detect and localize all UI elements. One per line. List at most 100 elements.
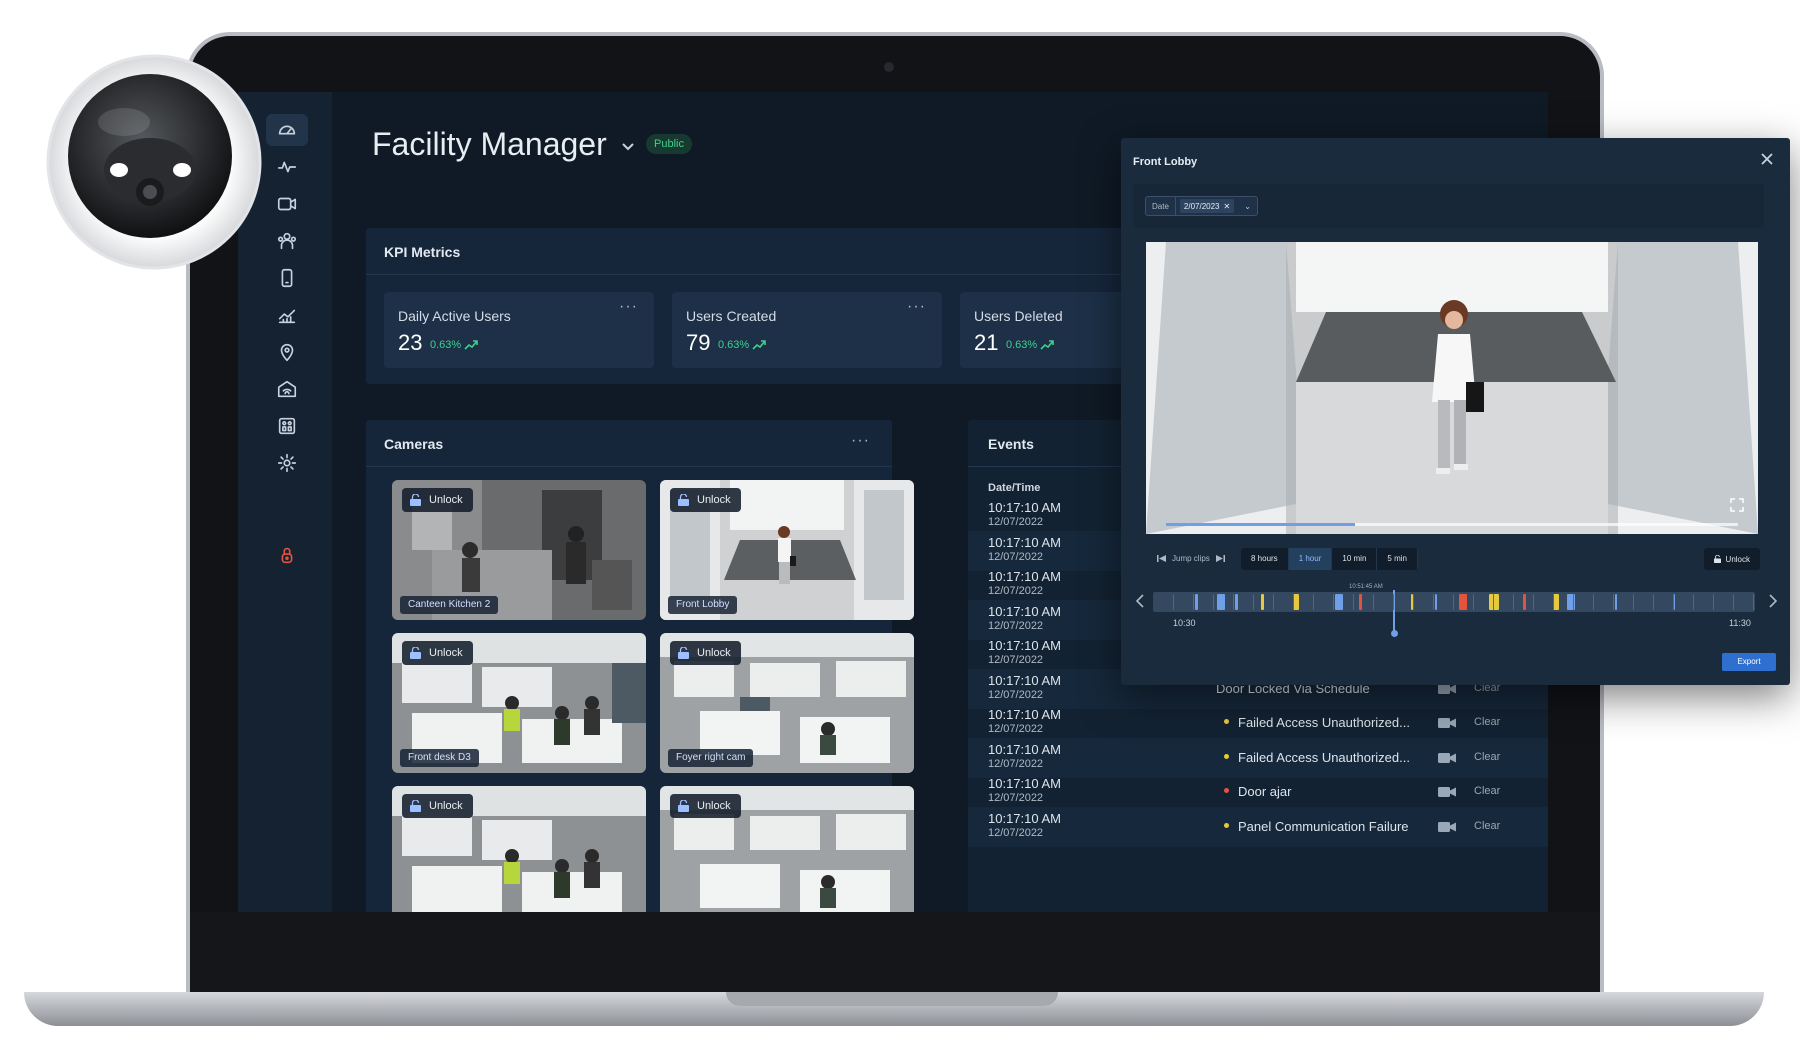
camera-tile-canteen-kitchen[interactable]: Unlock Canteen Kitchen 2 (392, 480, 646, 620)
chevron-down-icon[interactable]: ⌄ (1238, 202, 1257, 211)
event-clear-button[interactable]: Clear (1474, 820, 1500, 832)
camera-unlock-button[interactable]: Unlock (670, 488, 741, 512)
timeline-tick (1513, 594, 1514, 610)
timeline-event-marker[interactable] (1615, 594, 1617, 610)
viewer-unlock-label: Unlock (1725, 554, 1750, 564)
timeline-tick (1573, 594, 1574, 610)
sidebar-item-cameras[interactable] (266, 188, 308, 220)
event-description: Door ajar (1238, 784, 1292, 799)
title-dropdown[interactable] (620, 138, 636, 154)
event-date: 12/07/2022 (988, 516, 1044, 528)
timeline-event-marker[interactable] (1195, 594, 1198, 610)
event-time: 10:17:10 AM (988, 776, 1061, 791)
event-severity-dot (1224, 719, 1229, 724)
kpi-more-menu[interactable]: ··· (907, 298, 926, 316)
date-filter[interactable]: Date 2/07/2023 ✕ ⌄ (1145, 196, 1258, 216)
camera-tile-front-lobby[interactable]: Unlock Front Lobby (660, 480, 914, 620)
sidebar-item-locations[interactable] (266, 336, 308, 368)
range-option[interactable]: 1 hour (1288, 548, 1333, 570)
camera-tile-6[interactable]: Unlock (660, 786, 914, 912)
skip-forward-icon[interactable] (1215, 554, 1225, 563)
event-row[interactable]: 10:17:10 AM12/07/2022 Panel Communication… (968, 806, 1548, 847)
sidebar-item-panels[interactable] (266, 410, 308, 442)
sidebar-item-activity[interactable] (266, 151, 308, 183)
range-option[interactable]: 10 min (1332, 548, 1378, 570)
fullscreen-button[interactable] (1730, 498, 1744, 512)
clear-date-icon[interactable]: ✕ (1224, 202, 1231, 211)
event-clear-button[interactable]: Clear (1474, 751, 1500, 763)
unlock-label: Unlock (429, 494, 463, 506)
timeline-cursor-handle[interactable] (1390, 630, 1398, 637)
viewer-video[interactable] (1146, 242, 1758, 534)
timeline-event-marker[interactable] (1217, 594, 1225, 610)
event-video-button[interactable] (1438, 820, 1456, 832)
range-option[interactable]: 8 hours (1241, 548, 1289, 570)
timeline-event-marker[interactable] (1523, 594, 1526, 610)
skip-back-icon[interactable] (1157, 554, 1166, 563)
camera-tile-5[interactable]: Unlock (392, 786, 646, 912)
sidebar-item-sites[interactable] (266, 373, 308, 405)
timeline-event-marker[interactable] (1489, 594, 1499, 610)
export-button[interactable]: Export (1722, 653, 1776, 671)
camera-unlock-button[interactable]: Unlock (670, 641, 741, 665)
unlock-icon (678, 800, 689, 812)
camera-tile-foyer-right[interactable]: Unlock Foyer right cam (660, 633, 914, 773)
event-date: 12/07/2022 (988, 792, 1044, 804)
timeline-tick (1333, 594, 1334, 610)
range-option[interactable]: 5 min (1377, 548, 1418, 570)
event-clear-button[interactable]: Clear (1474, 785, 1500, 797)
event-clear-button[interactable]: Clear (1474, 716, 1500, 728)
event-video-button[interactable] (1438, 751, 1456, 763)
kpi-label: Users Created (686, 308, 777, 324)
timeline-event-marker[interactable] (1261, 594, 1264, 610)
event-date: 12/07/2022 (988, 723, 1044, 735)
camera-unlock-button[interactable]: Unlock (670, 794, 741, 818)
timeline-event-marker[interactable] (1459, 594, 1467, 610)
timeline-tick (1373, 594, 1374, 610)
camera-unlock-button[interactable]: Unlock (402, 488, 473, 512)
event-video-button[interactable] (1438, 785, 1456, 797)
date-filter-label: Date (1146, 197, 1176, 215)
playback-progress-track[interactable] (1166, 523, 1738, 526)
viewer-title: Front Lobby (1133, 156, 1198, 168)
sidebar-item-analytics[interactable] (266, 299, 308, 331)
fullscreen-icon (1730, 498, 1744, 512)
sidebar-item-devices[interactable] (266, 262, 308, 294)
cameras-more-menu[interactable]: ··· (851, 432, 870, 450)
visibility-badge: Public (646, 134, 692, 154)
sidebar-item-users[interactable] (266, 225, 308, 257)
video-camera-icon (1438, 718, 1456, 728)
event-time: 10:17:10 AM (988, 569, 1061, 584)
event-description: Failed Access Unauthorized... (1238, 749, 1410, 765)
unlock-icon (410, 494, 421, 506)
sidebar-item-lockdown[interactable] (266, 539, 308, 571)
camera-tile-front-desk[interactable]: Unlock Front desk D3 (392, 633, 646, 773)
unlock-label: Unlock (429, 800, 463, 812)
kpi-delta-text: 0.63% (718, 339, 750, 351)
close-button[interactable] (1760, 152, 1774, 166)
unlock-label: Unlock (697, 647, 731, 659)
event-video-button[interactable] (1438, 716, 1456, 728)
kpi-more-menu[interactable]: ··· (619, 298, 638, 316)
camera-unlock-button[interactable]: Unlock (402, 641, 473, 665)
unlock-icon (678, 494, 689, 506)
timeline-tick (1733, 594, 1734, 610)
timeline-tick (1273, 594, 1274, 610)
unlock-label: Unlock (429, 647, 463, 659)
trend-up-icon (1040, 340, 1055, 350)
sidebar-item-dashboard[interactable] (266, 114, 308, 146)
camera-unlock-button[interactable]: Unlock (402, 794, 473, 818)
sidebar-item-settings[interactable] (266, 447, 308, 479)
timeline-event-marker[interactable] (1335, 594, 1343, 610)
timeline-event-marker[interactable] (1235, 594, 1238, 610)
timeline-start-label: 10:30 (1173, 618, 1196, 628)
viewer-unlock-button[interactable]: Unlock (1703, 548, 1760, 570)
timeline-event-marker[interactable] (1359, 594, 1362, 610)
kpi-value: 21 (974, 330, 999, 355)
timeline-event-marker[interactable] (1435, 594, 1437, 610)
timeline-prev-button[interactable] (1135, 594, 1145, 608)
timeline-track[interactable]: 10:51:45 AM (1153, 584, 1755, 637)
timeline-tick (1613, 594, 1614, 610)
timeline-next-button[interactable] (1768, 594, 1778, 608)
timeline-tick (1353, 594, 1354, 610)
